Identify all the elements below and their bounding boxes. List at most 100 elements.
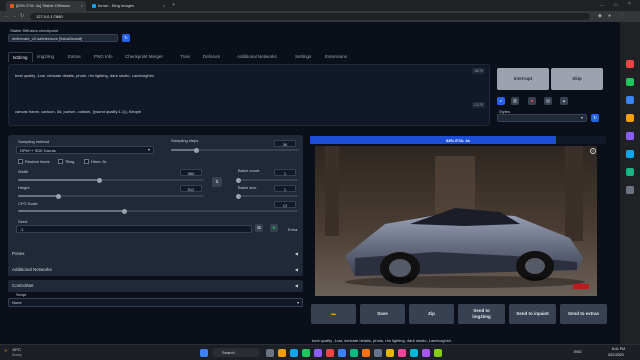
refresh-checkpoint-icon[interactable]: ↻ <box>122 34 130 42</box>
height-slider[interactable] <box>18 193 204 199</box>
browser-tab-stable-diffusion[interactable]: [83% ETA: 4s] Stable Diffusion × <box>6 1 86 11</box>
windows-start-icon[interactable] <box>200 349 208 357</box>
random-seed-dice-icon[interactable]: ⚄ <box>255 224 263 232</box>
maximize-icon[interactable]: ☐ <box>614 2 618 7</box>
tab-additional-networks[interactable]: Additional Networks <box>233 52 281 62</box>
profile-icon[interactable]: ● <box>608 13 611 19</box>
tiling-checkbox[interactable]: Tiling <box>58 159 74 164</box>
side-app-icon[interactable] <box>626 78 634 86</box>
extra-seed-checkbox-label[interactable]: Extra <box>288 227 297 232</box>
menu-icon[interactable]: ⋮ <box>620 13 625 19</box>
tab-settings[interactable]: Settings <box>291 52 315 62</box>
tab-deforum[interactable]: Deforum <box>199 52 224 62</box>
interrupt-button[interactable]: Interrupt <box>497 68 549 90</box>
app-icon[interactable] <box>410 349 418 357</box>
tab-txt2img[interactable]: txt2img <box>8 52 33 62</box>
reload-icon[interactable]: ↻ <box>20 13 24 19</box>
show-extra-networks-icon[interactable]: ■ <box>528 97 536 105</box>
slider-knob[interactable] <box>97 177 103 183</box>
address-bar[interactable]: 127.0.0.1:7860 <box>30 13 590 20</box>
app-icon[interactable] <box>338 349 346 357</box>
close-image-icon[interactable]: × <box>590 148 596 154</box>
slider-knob[interactable] <box>121 208 127 214</box>
sampling-steps-slider[interactable] <box>171 147 299 153</box>
swap-dimensions-icon[interactable]: ⇅ <box>212 177 222 187</box>
restore-faces-checkbox[interactable]: Restore faces <box>18 159 50 164</box>
styles-select[interactable]: ▾ <box>497 114 587 122</box>
app-icon[interactable] <box>350 349 358 357</box>
tab-png-info[interactable]: PNG Info <box>90 52 117 62</box>
reuse-seed-recycle-icon[interactable]: ♻ <box>270 224 278 232</box>
minimize-icon[interactable]: — <box>600 2 604 7</box>
zip-button[interactable]: Zip <box>409 304 454 324</box>
sampling-method-select[interactable]: DPM++ SDE Karras ▾ <box>16 146 154 154</box>
script-select[interactable]: None ▾ <box>8 298 303 307</box>
save-style-icon[interactable]: ▤ <box>544 97 552 105</box>
file-explorer-icon[interactable] <box>278 349 286 357</box>
side-app-icon[interactable] <box>626 96 634 104</box>
clock-time[interactable]: 6:41 PM <box>612 347 625 351</box>
trash-icon[interactable]: ▥ <box>511 97 519 105</box>
task-view-icon[interactable] <box>266 349 274 357</box>
app-icon[interactable] <box>434 349 442 357</box>
tab-extras[interactable]: Extras <box>64 52 85 62</box>
forward-icon[interactable]: → <box>12 13 17 19</box>
negative-prompt-text[interactable]: canvas frame, cartoon, 3d, purism, cubis… <box>15 109 141 114</box>
edge-icon[interactable] <box>290 349 298 357</box>
skip-button[interactable]: Skip <box>551 68 603 90</box>
send-to-img2img-button[interactable]: Send to img2img <box>458 304 505 324</box>
output-image[interactable]: × <box>315 146 597 296</box>
controlnet-accordion[interactable]: ControlNet ◀ <box>8 280 303 292</box>
side-app-icon[interactable] <box>626 186 634 194</box>
apply-style-icon[interactable]: ▲ <box>560 97 568 105</box>
extensions-icon[interactable]: ◆ <box>598 13 602 19</box>
batch-size-input[interactable]: 1 <box>274 185 296 192</box>
refresh-styles-icon[interactable]: ↻ <box>591 114 599 122</box>
sampling-steps-input[interactable]: 30 <box>274 140 296 147</box>
app-icon[interactable] <box>386 349 394 357</box>
paste-params-icon[interactable]: ↙ <box>497 97 505 105</box>
app-icon[interactable] <box>422 349 430 357</box>
language-indicator[interactable]: ENG <box>574 350 582 354</box>
tab-train[interactable]: Train <box>176 52 194 62</box>
batch-size-slider[interactable] <box>235 193 298 199</box>
new-tab-icon[interactable]: + <box>172 2 175 8</box>
posex-accordion[interactable]: Posex ◀ <box>8 248 303 260</box>
app-icon[interactable] <box>326 349 334 357</box>
side-app-icon[interactable] <box>626 114 634 122</box>
batch-count-input[interactable]: 1 <box>274 169 296 176</box>
save-button[interactable]: Save <box>360 304 405 324</box>
width-slider[interactable] <box>18 177 204 183</box>
cfg-scale-slider[interactable] <box>18 208 298 214</box>
hires-fix-checkbox[interactable]: Hires. fix <box>84 159 107 164</box>
additional-networks-accordion[interactable]: Additional Networks ◀ <box>8 264 303 276</box>
taskbar-search[interactable]: Search <box>212 348 260 357</box>
app-icon[interactable] <box>374 349 382 357</box>
close-window-icon[interactable]: × <box>628 1 631 7</box>
side-app-icon[interactable] <box>626 132 634 140</box>
app-icon[interactable] <box>314 349 322 357</box>
browser-tab-bing[interactable]: ferrari - Bing images × <box>88 1 168 11</box>
height-input[interactable]: 512 <box>180 185 202 192</box>
side-app-icon[interactable] <box>626 168 634 176</box>
app-icon[interactable] <box>398 349 406 357</box>
tab-checkpoint-merger[interactable]: Checkpoint Merger <box>121 52 167 62</box>
tab-extensions[interactable]: Extensions <box>321 52 351 62</box>
checkpoint-select[interactable]: deliberate_v2.safetensors [9aba26abdf] <box>8 34 118 42</box>
slider-knob[interactable] <box>56 193 62 199</box>
back-icon[interactable]: ← <box>4 13 9 19</box>
side-app-icon[interactable] <box>626 60 634 68</box>
width-input[interactable]: 960 <box>180 169 202 176</box>
slider-knob[interactable] <box>194 147 200 153</box>
positive-prompt-text[interactable]: best quality ,1car, intricate details, p… <box>15 73 154 78</box>
cfg-scale-input[interactable]: 12 <box>274 201 296 208</box>
side-app-icon[interactable] <box>626 150 634 158</box>
weather-temp[interactable]: 19°C <box>12 347 21 352</box>
close-tab-icon[interactable]: × <box>81 3 83 8</box>
open-folder-button[interactable]: ▬ <box>311 304 356 324</box>
app-icon[interactable] <box>362 349 370 357</box>
tab-img2img[interactable]: img2img <box>33 52 58 62</box>
close-tab-icon[interactable]: × <box>163 3 165 8</box>
send-to-extras-button[interactable]: Send to extras <box>560 304 607 324</box>
send-to-inpaint-button[interactable]: Send to inpaint <box>509 304 556 324</box>
